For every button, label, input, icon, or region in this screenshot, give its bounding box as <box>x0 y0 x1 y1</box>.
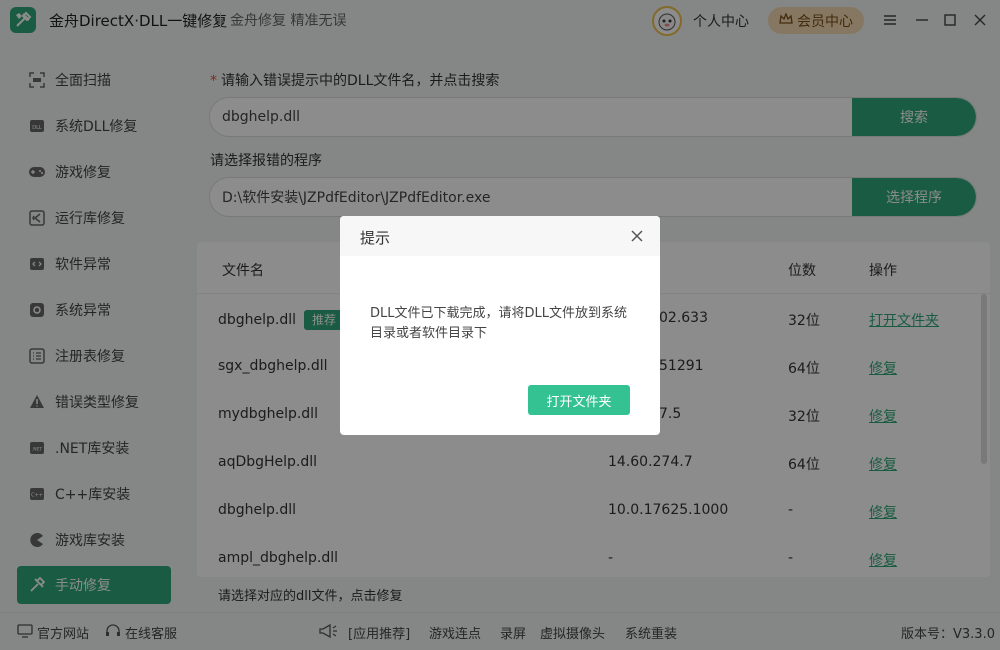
dialog-header: 提示 <box>340 216 660 256</box>
dialog-title: 提示 <box>360 229 391 247</box>
prompt-dialog: 提示 DLL文件已下载完成，请将DLL文件放到系统目录或者软件目录下 打开文件夹 <box>340 216 660 435</box>
dialog-message: DLL文件已下载完成，请将DLL文件放到系统目录或者软件目录下 <box>370 306 627 341</box>
open-folder-button[interactable]: 打开文件夹 <box>528 385 630 415</box>
close-icon[interactable] <box>628 227 646 245</box>
